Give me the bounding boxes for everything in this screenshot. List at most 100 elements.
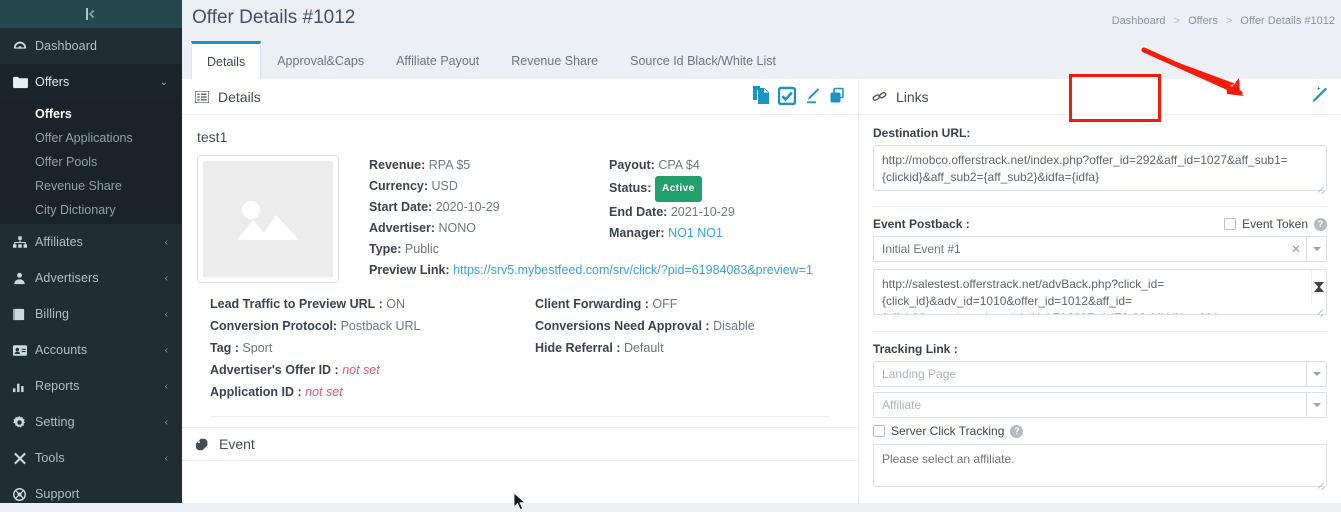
server-click-tracking-checkbox[interactable] [873, 425, 885, 437]
sidebar-collapse-button[interactable] [0, 0, 182, 28]
tab-affiliate-payout[interactable]: Affiliate Payout [380, 41, 495, 80]
sidebar-subitem-label: Offer Pools [35, 155, 98, 169]
field-type: Type: Public [369, 242, 439, 256]
sidebar-item-accounts[interactable]: Accounts ‹ [0, 332, 182, 368]
sidebar-item-offers[interactable]: Offers ⌄ [0, 64, 182, 100]
chevron-left-icon: ‹ [164, 416, 168, 428]
chevron-left-icon: ‹ [164, 452, 168, 464]
sidebar-item-label: Offers [35, 75, 70, 89]
sidebar-item-label: Accounts [35, 343, 88, 357]
chevron-left-icon: ‹ [164, 236, 168, 248]
question-mark-icon[interactable]: ? [1314, 217, 1327, 231]
sidebar-item-label: Tools [35, 451, 65, 465]
question-mark-icon[interactable]: ? [1010, 424, 1024, 438]
sidebar-item-dashboard[interactable]: Dashboard [0, 28, 182, 64]
advertisers-icon [13, 272, 35, 285]
event-card-title: Event [219, 436, 255, 452]
affiliate-select[interactable]: Affiliate [873, 392, 1327, 418]
topbar: Offer Details #1012 Dashboard > Offers >… [182, 0, 1341, 40]
sidebar-item-label: Dashboard [35, 39, 98, 53]
event-postback-label: Event Postback : [873, 217, 970, 231]
sidebar-item-reports[interactable]: Reports ‹ [0, 368, 182, 404]
sidebar-item-billing[interactable]: Billing ‹ [0, 296, 182, 332]
sidebar-item-setting[interactable]: Setting ‹ [0, 404, 182, 440]
tab-source-id-list[interactable]: Source Id Black/White List [614, 41, 792, 80]
clone-icon[interactable] [828, 86, 846, 105]
offer-name: test1 [197, 129, 228, 145]
sidebar-subitem-offer-pools[interactable]: Offer Pools [0, 150, 182, 174]
postback-scroll-spinner[interactable] [1311, 270, 1326, 304]
sidebar-item-advertisers[interactable]: Advertisers ‹ [0, 260, 182, 296]
status-badge: Active [654, 176, 702, 202]
breadcrumb-item-offers[interactable]: Offers [1188, 15, 1218, 27]
tab-revenue-share[interactable]: Revenue Share [495, 41, 614, 80]
duplicate-file-icon[interactable] [752, 85, 771, 105]
postback-url-field[interactable] [873, 269, 1327, 318]
sidebar-item-affiliates[interactable]: Affiliates ‹ [0, 224, 182, 260]
landing-page-select[interactable]: Landing Page [873, 361, 1327, 387]
support-icon [13, 487, 35, 501]
event-select[interactable]: Initial Event #1 ✕ [873, 236, 1327, 262]
chevron-down-icon[interactable] [1306, 393, 1326, 417]
tracking-link-label: Tracking Link : [873, 342, 958, 356]
tracking-result-input[interactable] [873, 444, 1327, 487]
tab-approval-caps[interactable]: Approval&Caps [261, 41, 380, 80]
chevron-down-icon[interactable] [1306, 237, 1326, 261]
sidebar-item-support[interactable]: Support [0, 476, 182, 512]
page-title: Offer Details #1012 [192, 7, 356, 28]
content-area: Details test1 Revenue: RPA $5 Currency: … [182, 79, 1341, 503]
checkbox-checked-icon[interactable] [778, 86, 796, 105]
chevron-down-icon: ⌄ [159, 76, 168, 88]
tools-icon [13, 452, 35, 465]
links-panel: Links Destination URL: http://mobco.offe… [858, 79, 1341, 503]
lower-column-1: Lead Traffic to Preview URL : ON Convers… [210, 293, 535, 403]
manager-link[interactable]: NO1 NO1 [668, 226, 723, 240]
field-advertisers-offer-id: Advertiser's Offer ID : not set [210, 363, 380, 377]
link-chain-icon [872, 90, 887, 103]
sidebar-item-tools[interactable]: Tools ‹ [0, 440, 182, 476]
sidebar-subitem-city-dictionary[interactable]: City Dictionary [0, 198, 182, 222]
tab-details[interactable]: Details [191, 41, 262, 80]
event-token-row: Event Token ? [1224, 217, 1327, 231]
sidebar-subitem-revenue-share[interactable]: Revenue Share [0, 174, 182, 198]
lower-column-2: Client Forwarding : OFF Conversions Need… [535, 293, 755, 403]
event-card-header[interactable]: Event [182, 427, 858, 461]
links-card-header: Links [859, 79, 1341, 115]
pencil-edit-icon[interactable] [803, 86, 821, 105]
field-status: Status: Active [609, 176, 845, 202]
clear-x-icon[interactable]: ✕ [1286, 242, 1306, 256]
details-body: test1 Revenue: RPA $5 Currency: USD Star… [182, 115, 858, 417]
field-conversions-need-approval: Conversions Need Approval : Disable [535, 319, 755, 333]
breadcrumb-item-dashboard[interactable]: Dashboard [1112, 15, 1166, 27]
sidebar-item-label: Support [35, 487, 80, 501]
magic-wand-icon[interactable] [1307, 85, 1329, 105]
gear-icon [13, 415, 35, 429]
field-advertiser: Advertiser: NONO [369, 221, 476, 235]
destination-url-field[interactable] [873, 145, 1327, 194]
sidebar-subitem-offers[interactable]: Offers [0, 102, 182, 126]
sidebar-subitem-label: Offer Applications [35, 131, 133, 145]
section-divider [210, 416, 830, 417]
offer-thumbnail[interactable] [197, 155, 339, 283]
event-token-label: Event Token [1242, 217, 1308, 231]
event-select-value: Initial Event #1 [882, 242, 961, 256]
chevron-down-icon[interactable] [1306, 362, 1326, 386]
breadcrumb-separator: > [1225, 15, 1233, 27]
details-panel: Details test1 Revenue: RPA $5 Currency: … [182, 79, 858, 503]
accounts-icon [13, 344, 35, 356]
sidebar-subitem-offer-applications[interactable]: Offer Applications [0, 126, 182, 150]
field-hide-referral: Hide Referral : Default [535, 341, 664, 355]
spinner-down-icon[interactable] [1314, 282, 1324, 304]
reports-icon [13, 380, 35, 393]
tracking-result-field[interactable] [873, 444, 1327, 490]
details-card-header: Details [182, 79, 858, 115]
server-click-tracking-row: Server Click Tracking ? [873, 424, 1327, 438]
destination-url-input[interactable] [873, 145, 1327, 191]
postback-url-input[interactable] [873, 269, 1327, 315]
tag-icon [195, 438, 210, 451]
sidebar-item-label: Billing [35, 307, 70, 321]
event-token-checkbox[interactable] [1224, 218, 1237, 230]
billing-icon [13, 308, 35, 321]
tab-bar: Details Approval&Caps Affiliate Payout R… [182, 40, 1341, 80]
breadcrumb-item-current: Offer Details #1012 [1240, 15, 1335, 27]
